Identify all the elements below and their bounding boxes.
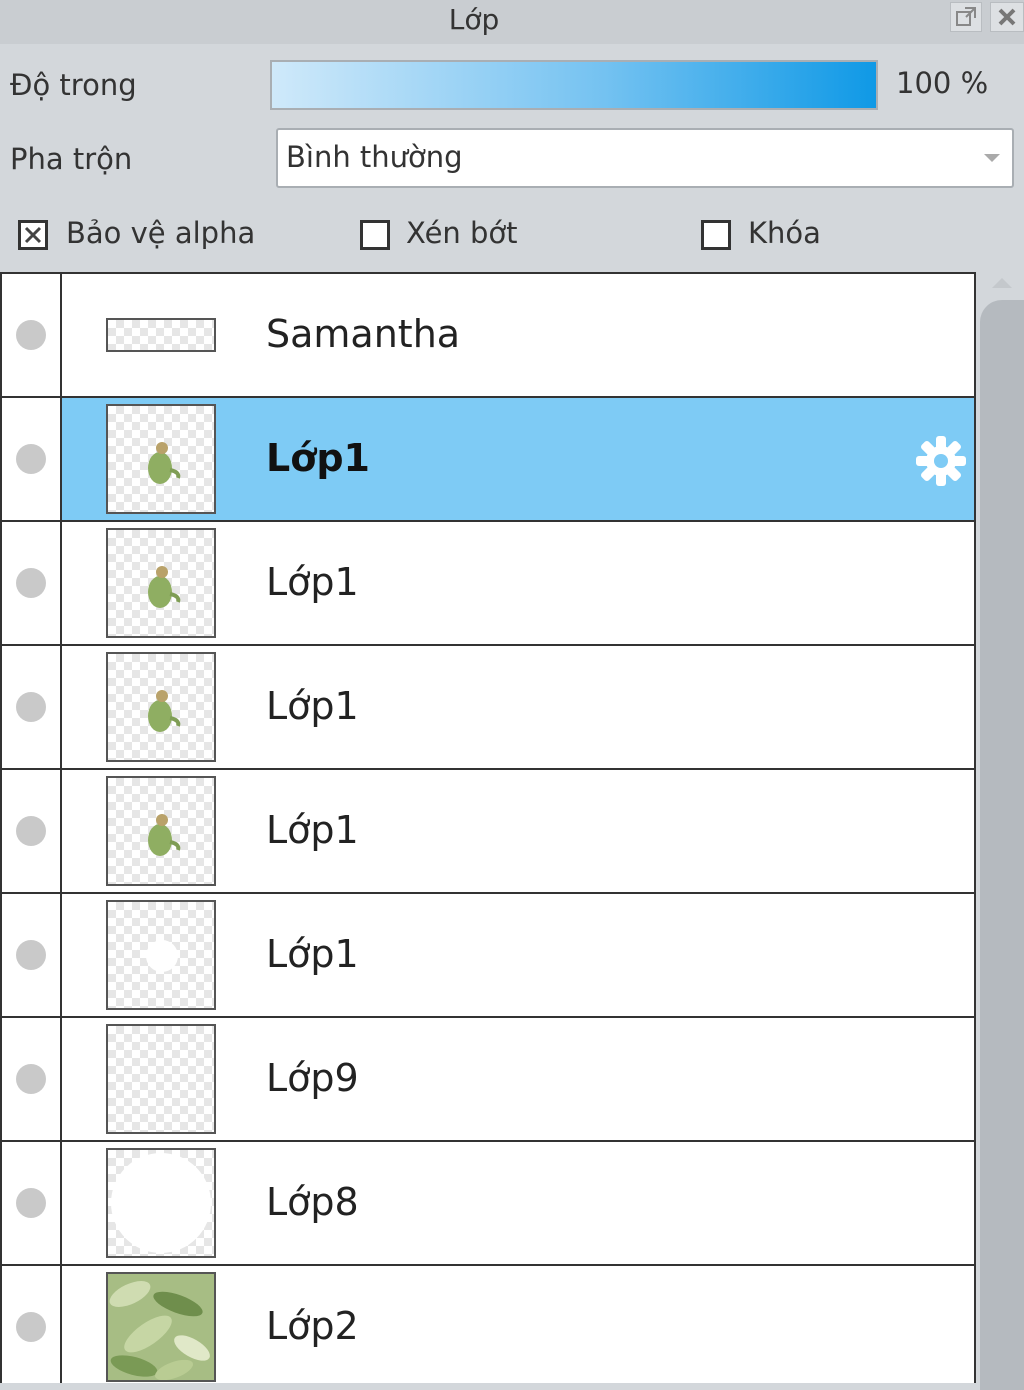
layer-row[interactable]: Lớp1 [2,522,974,646]
visibility-column [2,1142,62,1264]
close-icon [998,8,1016,26]
blend-mode-select[interactable]: Bình thường [276,128,1014,188]
layer-name: Lớp1 [266,932,359,976]
layer-thumbnail [106,652,216,762]
scrollbar-thumb[interactable] [980,300,1024,1390]
protect-alpha-label: Bảo vệ alpha [66,216,256,250]
visibility-toggle[interactable] [16,816,46,846]
layer-row[interactable]: Lớp8 [2,1142,974,1266]
layer-row[interactable]: Lớp1 [2,646,974,770]
visibility-toggle[interactable] [16,940,46,970]
figure-thumbnail-icon [148,814,181,856]
visibility-column [2,646,62,768]
visibility-column [2,770,62,892]
lock-label: Khóa [748,216,821,250]
figure-thumbnail-icon [148,690,181,732]
layer-row[interactable]: Lớp1 [2,770,974,894]
layer-thumbnail [106,404,216,514]
clip-checkbox[interactable] [360,220,390,250]
foliage-thumbnail-icon [108,1274,214,1380]
gear-icon[interactable] [912,432,970,490]
visibility-toggle[interactable] [16,1312,46,1342]
layer-name: Lớp1 [266,808,359,852]
visibility-column [2,398,62,520]
layer-name: Lớp1 [266,436,370,480]
layer-properties: Độ trong 100 % Pha trộn Bình thường Bảo … [0,44,1024,270]
visibility-column [2,274,62,396]
close-button[interactable] [990,2,1024,32]
visibility-toggle[interactable] [16,1188,46,1218]
visibility-column [2,522,62,644]
circle-thumbnail-icon [111,1153,211,1253]
layer-thumbnail [106,900,216,1010]
visibility-column [2,1018,62,1140]
visibility-column [2,1266,62,1383]
visibility-toggle[interactable] [16,320,46,350]
layer-list-scrollbar[interactable] [978,272,1024,1390]
layer-list: Samantha Lớp1 Lớp1 Lớp1 Lớp1 Lớp1 Lớp9 L… [0,272,976,1383]
layer-name: Lớp1 [266,684,359,728]
visibility-toggle[interactable] [16,1064,46,1094]
lock-checkbox[interactable] [701,220,731,250]
layer-thumbnail [106,318,216,352]
visibility-column [2,894,62,1016]
blank-dot-thumbnail-icon [146,940,178,972]
layer-thumbnail [106,1272,216,1382]
checkmark-x-icon [24,226,42,244]
opacity-value: 100 % [896,66,989,100]
figure-thumbnail-icon [148,442,181,484]
opacity-slider-fill [272,62,876,108]
clip-label: Xén bớt [406,216,518,250]
visibility-toggle[interactable] [16,444,46,474]
panel-title: Lớp [448,3,500,36]
layer-name: Lớp2 [266,1304,359,1348]
blend-mode-value: Bình thường [286,140,463,174]
opacity-label: Độ trong [10,68,137,102]
layer-thumbnail [106,1024,216,1134]
undock-icon [956,7,976,26]
undock-button[interactable] [950,2,982,32]
layer-row-selected[interactable]: Lớp1 [2,398,974,522]
visibility-toggle[interactable] [16,692,46,722]
layer-thumbnail [106,528,216,638]
panel-titlebar: Lớp [0,0,1024,44]
opacity-slider[interactable] [270,60,878,110]
layer-row[interactable]: Lớp2 [2,1266,974,1383]
figure-thumbnail-icon [148,566,181,608]
layer-name: Samantha [266,312,461,356]
layer-row[interactable]: Samantha [2,274,974,398]
scroll-up-arrow-icon[interactable] [992,278,1012,288]
layer-name: Lớp9 [266,1056,359,1100]
layer-name: Lớp8 [266,1180,359,1224]
layer-thumbnail [106,776,216,886]
blend-mode-label: Pha trộn [10,142,133,176]
layer-name: Lớp1 [266,560,359,604]
visibility-toggle[interactable] [16,568,46,598]
protect-alpha-checkbox[interactable] [18,220,48,250]
chevron-down-icon [984,154,1000,162]
layer-thumbnail [106,1148,216,1258]
layer-row[interactable]: Lớp1 [2,894,974,1018]
layer-row[interactable]: Lớp9 [2,1018,974,1142]
